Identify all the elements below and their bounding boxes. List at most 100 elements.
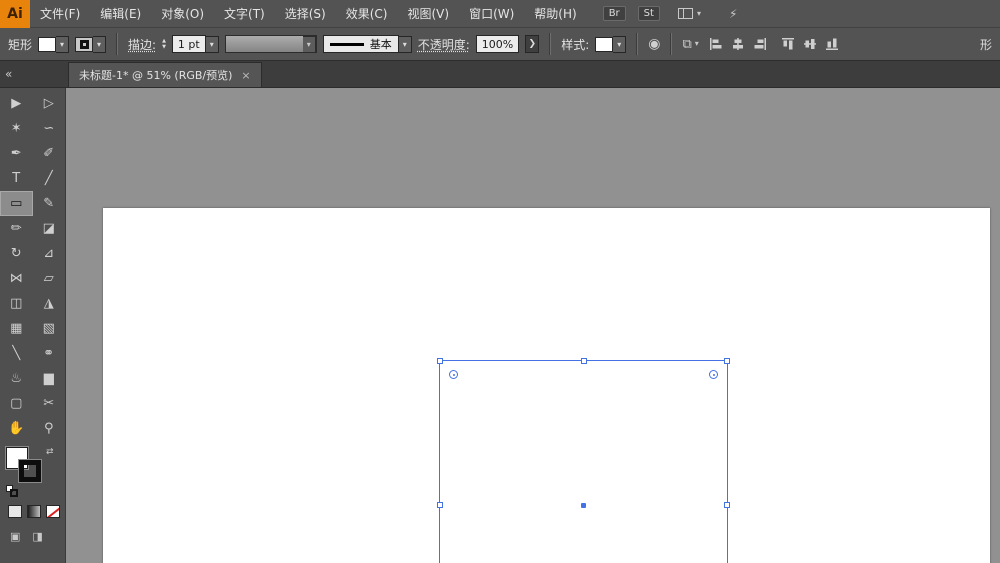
selected-rectangle[interactable]	[437, 358, 730, 563]
stroke-swatch-icon	[75, 36, 94, 52]
align-vertical-top-icon[interactable]	[781, 37, 795, 51]
shape-builder-tool[interactable]: ◫	[0, 291, 33, 316]
column-graph-tool[interactable]: ▆	[33, 366, 66, 391]
width-tool[interactable]: ⋈	[0, 266, 33, 291]
stepper-up-icon[interactable]: ▲	[162, 38, 166, 44]
align-horizontal-right-icon[interactable]	[753, 37, 767, 51]
canvas[interactable]	[66, 88, 1000, 563]
menu-effect[interactable]: 效果(C)	[336, 0, 398, 27]
align-vertical-center-icon[interactable]	[803, 37, 817, 51]
menu-view[interactable]: 视图(V)	[397, 0, 459, 27]
selection-handle-n[interactable]	[580, 358, 587, 364]
swap-fill-stroke-icon[interactable]: ⇄	[46, 447, 54, 457]
align-horizontal-center-icon[interactable]	[731, 37, 745, 51]
fill-swatch-icon	[38, 36, 57, 52]
perspective-grid-tool[interactable]: ◮	[33, 291, 66, 316]
lasso-tool[interactable]: ∽	[33, 116, 66, 141]
menu-edit[interactable]: 编辑(E)	[90, 0, 151, 27]
blob-brush-tool[interactable]: ✐	[33, 141, 66, 166]
recolor-artwork-icon[interactable]: ◉	[648, 36, 660, 52]
fill-color-control[interactable]: ▾	[38, 35, 70, 53]
stroke-weight-field-group[interactable]: 1 pt ▾	[171, 35, 219, 53]
rotate-tool[interactable]: ↻	[0, 241, 33, 266]
menu-select[interactable]: 选择(S)	[275, 0, 336, 27]
color-button[interactable]	[8, 505, 22, 518]
chevron-down-icon[interactable]: ▾	[56, 35, 70, 53]
opacity-label[interactable]: 不透明度:	[418, 36, 470, 53]
free-transform-tool[interactable]: ▱	[33, 266, 66, 291]
zoom-tool[interactable]: ⚲	[33, 416, 66, 441]
align-vertical-bottom-icon[interactable]	[825, 37, 839, 51]
tools-panel-header: «	[0, 61, 66, 88]
symbol-sprayer-tool[interactable]: ♨	[0, 366, 33, 391]
pencil-tool[interactable]: ✏	[0, 216, 33, 241]
slice-tool[interactable]: ✂	[33, 391, 66, 416]
stepper-down-icon[interactable]: ▼	[162, 44, 166, 50]
paint-mode-buttons	[8, 505, 65, 518]
line-segment-tool[interactable]: ╱	[33, 166, 66, 191]
chevron-down-icon[interactable]: ▾	[302, 36, 316, 53]
opacity-more-button[interactable]: ❯	[525, 35, 540, 53]
menu-type[interactable]: 文字(T)	[214, 0, 275, 27]
live-corner-widget-nw[interactable]	[449, 370, 458, 379]
selection-handle-ne[interactable]	[724, 358, 730, 364]
align-horizontal-left-icon[interactable]	[709, 37, 723, 51]
bridge-button[interactable]: Br	[602, 6, 626, 21]
divider	[670, 33, 673, 55]
menu-window[interactable]: 窗口(W)	[459, 0, 524, 27]
none-button[interactable]	[46, 505, 60, 518]
draw-mode-icon[interactable]: ▣	[10, 530, 20, 543]
close-tab-icon[interactable]: ×	[241, 69, 250, 82]
stroke-profile-control[interactable]: 基本 ▾	[322, 35, 412, 53]
style-swatch-icon	[595, 36, 614, 52]
hand-tool[interactable]: ✋	[0, 416, 33, 441]
direct-selection-tool[interactable]: ▷	[33, 91, 66, 116]
tool-grid: ▶ ▷ ✶ ∽ ✒ ✐ T ╱ ▭ ✎ ✏ ◪ ↻ ⊿ ⋈ ▱ ◫ ◮ ▦ ▧ …	[0, 91, 65, 441]
artboard-tool[interactable]: ▢	[0, 391, 33, 416]
rectangle-tool[interactable]: ▭	[0, 191, 33, 216]
style-control[interactable]: ▾	[595, 35, 627, 53]
chevron-down-icon[interactable]: ▾	[398, 35, 412, 53]
gradient-tool[interactable]: ▧	[33, 316, 66, 341]
selection-handle-e[interactable]	[724, 502, 730, 508]
selection-handle-w[interactable]	[437, 502, 443, 508]
magic-wand-tool[interactable]: ✶	[0, 116, 33, 141]
live-corner-widget-ne[interactable]	[709, 370, 718, 379]
menu-help[interactable]: 帮助(H)	[524, 0, 586, 27]
default-fill-stroke-icon[interactable]	[6, 485, 18, 497]
pen-tool[interactable]: ✒	[0, 141, 33, 166]
gradient-button[interactable]	[27, 505, 41, 518]
chevron-down-icon[interactable]: ▾	[205, 35, 219, 53]
screen-mode-icon[interactable]: ◨	[32, 530, 42, 543]
chevron-down-icon[interactable]: ▾	[613, 35, 627, 53]
divider	[636, 33, 639, 55]
stroke-weight-stepper[interactable]: ▲ ▼	[162, 38, 166, 50]
eyedropper-tool[interactable]: ╲	[0, 341, 33, 366]
stroke-profile-dropdown[interactable]: 基本	[322, 35, 399, 53]
eraser-tool[interactable]: ◪	[33, 216, 66, 241]
brush-definition-dropdown[interactable]: ▾	[224, 35, 317, 53]
selection-handle-nw[interactable]	[437, 358, 443, 364]
stock-button[interactable]: St	[637, 6, 660, 21]
stroke-color-swatch[interactable]	[19, 460, 41, 482]
stroke-weight-field[interactable]: 1 pt	[171, 35, 206, 53]
document-tab[interactable]: 未标题-1* @ 51% (RGB/预览) ×	[68, 62, 262, 87]
workspace-switcher[interactable]: ▾	[677, 8, 701, 19]
blend-tool[interactable]: ⚭	[33, 341, 66, 366]
center-point-indicator	[581, 502, 586, 508]
type-tool[interactable]: T	[0, 166, 33, 191]
menu-file[interactable]: 文件(F)	[30, 0, 90, 27]
artboard[interactable]	[103, 208, 990, 563]
mesh-tool[interactable]: ▦	[0, 316, 33, 341]
opacity-field[interactable]: 100%	[475, 35, 520, 53]
selection-tool[interactable]: ▶	[0, 91, 33, 116]
chevron-down-icon[interactable]: ▾	[93, 35, 107, 53]
stroke-weight-label[interactable]: 描边:	[128, 36, 156, 53]
scale-tool[interactable]: ⊿	[33, 241, 66, 266]
stroke-color-control[interactable]: ▾	[75, 35, 107, 53]
paintbrush-tool[interactable]: ✎	[33, 191, 66, 216]
collapse-panel-icon[interactable]: «	[5, 67, 12, 81]
sync-settings-icon[interactable]: ⚡	[729, 7, 737, 21]
menu-object[interactable]: 对象(O)	[151, 0, 214, 27]
align-to-selection-control[interactable]: ⧉ ▾	[682, 37, 698, 52]
